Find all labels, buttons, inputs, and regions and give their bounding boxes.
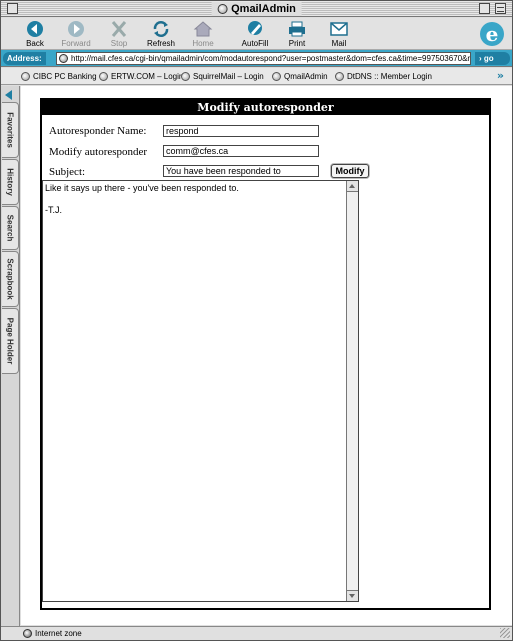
back-button[interactable]: Back: [13, 20, 57, 48]
page-content: Modify autoresponder Autoresponder Name:…: [21, 86, 512, 625]
stop-label: Stop: [110, 39, 128, 48]
forward-label: Forward: [61, 39, 91, 48]
favorite-link[interactable]: QmailAdmin: [272, 70, 328, 83]
bookmark-globe-icon: [21, 72, 30, 81]
subject-label: Subject:: [49, 166, 86, 178]
autoresponder-name-input[interactable]: respond: [163, 125, 319, 137]
home-label: Home: [192, 39, 214, 48]
sidebar-tab-scrapbook[interactable]: Scrapbook: [2, 251, 19, 307]
page-icon: [59, 54, 68, 63]
modify-label: Modify autoresponder: [49, 146, 148, 158]
favorite-link[interactable]: SquirrelMail – Login: [181, 70, 264, 83]
internet-explorer-logo-icon: e: [480, 22, 504, 46]
address-url: http://mail.cfes.ca/cgi-bin/qmailadmin/c…: [71, 54, 471, 63]
favorite-label: ERTW.COM – Login: [111, 72, 184, 81]
sidebar-tab-favorites[interactable]: Favorites: [2, 102, 19, 158]
autoresponder-form: Modify autoresponder Autoresponder Name:…: [40, 98, 491, 610]
subject-input[interactable]: You have been responded to: [163, 165, 319, 177]
printer-icon: [289, 21, 305, 37]
print-button[interactable]: Print: [275, 20, 319, 48]
title-bar[interactable]: QmailAdmin: [1, 1, 512, 17]
modify-button[interactable]: Modify: [331, 164, 369, 178]
title-wrap: QmailAdmin: [211, 2, 302, 16]
print-label: Print: [288, 39, 306, 48]
favorite-label: DtDNS :: Member Login: [347, 72, 432, 81]
sidebar-tab-label: Page Holder: [5, 317, 15, 365]
favorite-link[interactable]: CIBC PC Banking: [21, 70, 97, 83]
autofill-button[interactable]: AutoFill: [233, 20, 277, 48]
window-title: QmailAdmin: [231, 3, 296, 15]
bookmark-globe-icon: [181, 72, 190, 81]
sidebar-tab-history[interactable]: History: [2, 159, 19, 205]
bookmark-globe-icon: [99, 72, 108, 81]
svg-text:e: e: [486, 22, 499, 46]
go-button[interactable]: › go: [475, 52, 510, 65]
sidebar-tab-label: Search: [5, 214, 15, 242]
textarea-scrollbar[interactable]: [346, 181, 358, 601]
stop-icon: [111, 21, 127, 37]
status-bar: Internet zone: [1, 626, 512, 640]
bookmark-globe-icon: [272, 72, 281, 81]
favorite-link[interactable]: DtDNS :: Member Login: [335, 70, 432, 83]
forward-address-input[interactable]: comm@cfes.ca: [163, 145, 319, 157]
address-label: Address:: [3, 52, 46, 65]
refresh-button[interactable]: Refresh: [139, 20, 183, 48]
go-label: go: [483, 54, 494, 63]
sidebar-tab-label: History: [5, 168, 15, 196]
favorites-bar: CIBC PC Banking ERTW.COM – Login Squirre…: [1, 68, 512, 85]
forward-arrow-icon: [68, 21, 84, 37]
message-textarea[interactable]: Like it says up there - you've been resp…: [42, 180, 359, 602]
bookmark-globe-icon: [335, 72, 344, 81]
scroll-down-arrow-icon[interactable]: [347, 590, 358, 601]
scroll-up-arrow-icon[interactable]: [347, 181, 358, 192]
sidebar-tab-search[interactable]: Search: [2, 206, 19, 250]
autofill-pen-icon: [248, 21, 262, 35]
zoom-box[interactable]: [479, 3, 490, 14]
sidebar-tab-label: Scrapbook: [5, 258, 15, 300]
autofill-label: AutoFill: [241, 39, 269, 48]
explorer-sidebar: Favorites History Search Scrapbook Page …: [1, 86, 20, 626]
message-line: -T.J.: [45, 205, 62, 215]
form-heading: Modify autoresponder: [42, 100, 489, 115]
favorite-label: QmailAdmin: [284, 72, 328, 81]
browser-window: QmailAdmin Back Forward Stop Refresh Hom…: [0, 0, 513, 641]
favorite-label: SquirrelMail – Login: [193, 72, 264, 81]
resize-grip-icon[interactable]: [500, 628, 510, 638]
address-bar: Address: http://mail.cfes.ca/cgi-bin/qma…: [1, 50, 512, 67]
name-label: Autoresponder Name:: [49, 125, 147, 137]
toolbar: Back Forward Stop Refresh Home AutoFill …: [1, 18, 512, 50]
favorite-label: CIBC PC Banking: [33, 72, 97, 81]
sidebar-tab-label: Favorites: [5, 112, 15, 148]
close-box[interactable]: [7, 3, 18, 14]
home-icon: [193, 21, 213, 37]
status-text: Internet zone: [35, 629, 82, 638]
forward-button[interactable]: Forward: [54, 20, 98, 48]
stop-button[interactable]: Stop: [97, 20, 141, 48]
mail-label: Mail: [331, 39, 347, 48]
address-input[interactable]: http://mail.cfes.ca/cgi-bin/qmailadmin/c…: [56, 52, 471, 65]
mail-envelope-icon: [330, 22, 348, 36]
internet-zone-icon: [23, 629, 32, 638]
refresh-icon: [153, 21, 169, 37]
more-favorites-chevron-icon[interactable]: »: [497, 69, 504, 82]
home-button[interactable]: Home: [181, 20, 225, 48]
collapse-box[interactable]: [495, 3, 506, 14]
message-text: Like it says up there - you've been resp…: [45, 183, 345, 216]
back-arrow-icon: [27, 21, 43, 37]
mail-button[interactable]: Mail: [317, 20, 361, 48]
sidebar-toggle-arrow-icon[interactable]: [5, 90, 12, 100]
back-label: Back: [26, 39, 44, 48]
globe-icon: [217, 4, 228, 14]
message-line: Like it says up there - you've been resp…: [45, 183, 239, 193]
sidebar-tab-page-holder[interactable]: Page Holder: [2, 308, 19, 374]
refresh-label: Refresh: [146, 39, 175, 48]
favorite-link[interactable]: ERTW.COM – Login: [99, 70, 183, 83]
